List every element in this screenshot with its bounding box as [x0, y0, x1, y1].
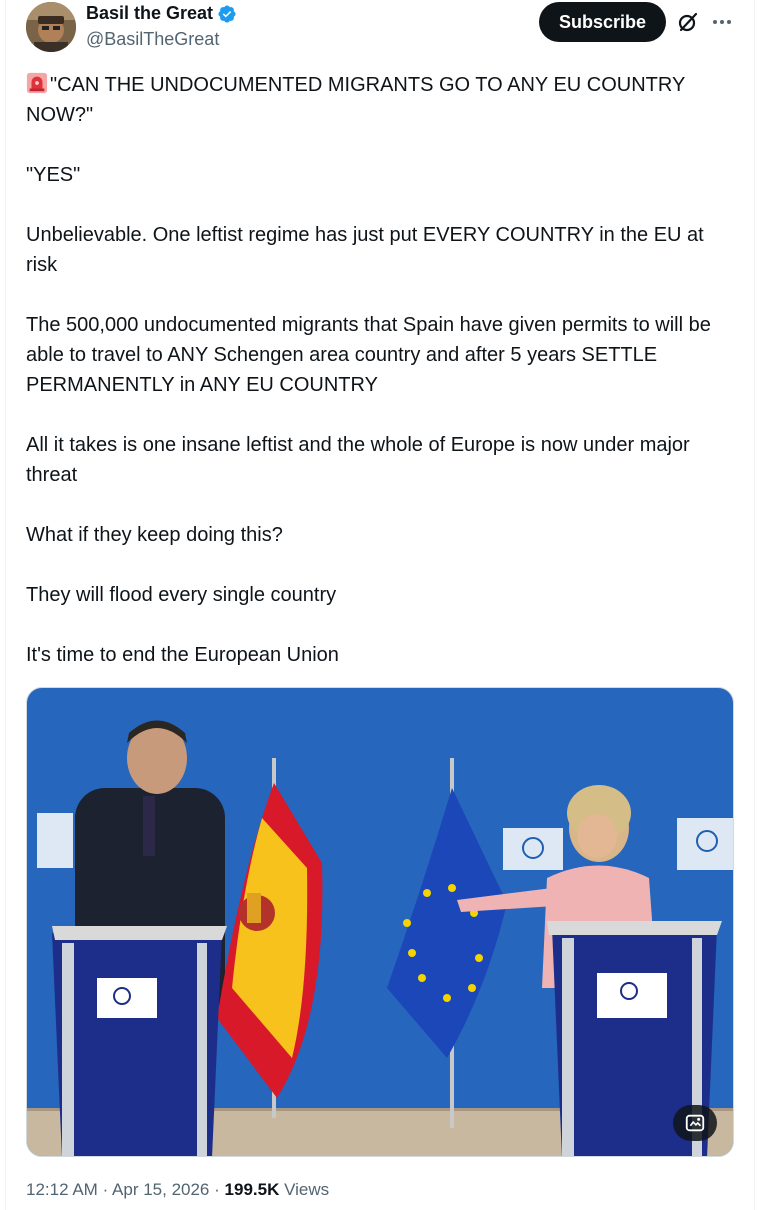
tweet-paragraph-text: "CAN THE UNDOCUMENTED MIGRANTS GO TO ANY… — [26, 74, 685, 126]
author-name-text[interactable]: Basil the Great — [86, 3, 213, 24]
avatar-image — [26, 2, 76, 52]
tweet-paragraph: All it takes is one insane leftist and t… — [26, 434, 690, 486]
image-alt-button[interactable] — [673, 1105, 717, 1141]
meta-separator: · — [214, 1180, 220, 1199]
tweet: Basil the Great @BasilTheGreat Subscribe… — [0, 0, 763, 1210]
more-icon[interactable] — [710, 10, 734, 34]
author-handle[interactable]: @BasilTheGreat — [86, 29, 219, 50]
tweet-photo[interactable] — [26, 687, 734, 1157]
tweet-paragraph: "YES" — [26, 164, 81, 186]
tweet-paragraph: It's time to end the European Union — [26, 644, 339, 666]
tweet-meta: 12:12 AM · Apr 15, 2026 · 199.5K Views — [26, 1180, 329, 1200]
tweet-paragraph: Unbelievable. One leftist regime has jus… — [26, 224, 704, 276]
photo-illustration — [27, 688, 733, 1156]
tweet-date[interactable]: Apr 15, 2026 — [112, 1180, 209, 1199]
views-count: 199.5K — [224, 1180, 280, 1199]
subscribe-button[interactable]: Subscribe — [539, 2, 666, 42]
tweet-paragraph: "CAN THE UNDOCUMENTED MIGRANTS GO TO ANY… — [26, 70, 738, 130]
grok-icon[interactable] — [676, 10, 700, 34]
author-avatar[interactable] — [26, 2, 76, 52]
image-alt-icon — [685, 1114, 705, 1132]
tweet-paragraph: They will flood every single country — [26, 584, 337, 606]
verified-badge-icon — [218, 4, 236, 23]
author-name[interactable]: Basil the Great — [86, 3, 237, 24]
meta-separator: · — [102, 1180, 109, 1199]
tweet-text: "CAN THE UNDOCUMENTED MIGRANTS GO TO ANY… — [26, 70, 738, 700]
tweet-paragraph: What if they keep doing this? — [26, 524, 283, 546]
siren-emoji-icon — [26, 72, 48, 94]
views-label: Views — [284, 1180, 330, 1199]
tweet-paragraph: The 500,000 undocumented migrants that S… — [26, 314, 711, 396]
tweet-time[interactable]: 12:12 AM — [26, 1180, 98, 1199]
